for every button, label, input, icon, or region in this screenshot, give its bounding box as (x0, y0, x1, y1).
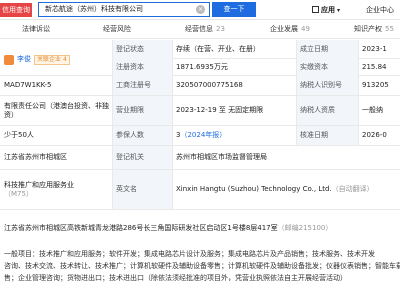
reg-status-value: 存续（在营、开业、在册） (176, 44, 260, 53)
chevron-down-icon: ▾ (337, 7, 341, 14)
industry-code: （M75） (4, 189, 33, 198)
tab-count: 49 (301, 25, 310, 33)
insured-value: 3 （2024年报） (172, 126, 296, 145)
approval-date-value: 2026-0 (362, 131, 387, 139)
scope-line: 咨询、技术交流、技术转让、技术推广；计算机软硬件及辅助设备零售；计算机软硬件及辅… (4, 262, 400, 270)
tab-label: 经营信息 (185, 25, 213, 33)
field-label: 工商注册号 (112, 76, 172, 95)
est-date-value: 2023-1 (362, 44, 387, 53)
tab-ip[interactable]: 知识产权 55 (354, 20, 394, 39)
en-name-text: Xinxin Hangtu (Suzhou) Technology Co., L… (176, 185, 332, 193)
field-label: 成立日期 (296, 40, 358, 58)
legal-rep-name[interactable]: 李俊 (17, 55, 31, 64)
field-label: 英文名 (112, 170, 172, 209)
reg-capital-value: 1871.6935万元 (176, 62, 228, 71)
field-label: 营业期限 (112, 96, 172, 125)
app-menu[interactable]: 应用 ▾ (312, 4, 340, 16)
avatar-icon (4, 54, 14, 65)
app-menu-label: 应用 (321, 6, 335, 14)
field-label: 参保人数 (112, 126, 172, 145)
credit-code-value: MAD7W1KK-5 (4, 81, 52, 89)
scope-line: 售；企业管理咨询；货物进出口；技术进出口（除依法须经批准的项目外，凭营业执照依法… (4, 274, 347, 282)
table-row: 有限责任公司（港澳台投资、非独资） 营业期限 2023-12-19 至 无固定期… (0, 96, 400, 126)
tab-risk[interactable]: 经营风险 (103, 20, 131, 39)
legal-rep-cell: 李俊 关联企业 4 (0, 40, 112, 75)
industry-cell: 科技推广和应用服务业 （M75） (0, 170, 112, 209)
table-row: 江苏省苏州市相城区 登记机关 苏州市相城区市场监督管理局 (0, 146, 400, 170)
tab-development[interactable]: 企业发展 49 (270, 20, 310, 39)
en-name-value: Xinxin Hangtu (Suzhou) Technology Co., L… (172, 170, 400, 209)
table-row: 科技推广和应用服务业 （M75） 英文名 Xinxin Hangtu (Suzh… (0, 170, 400, 210)
field-label: 纳税人识别号 (296, 76, 358, 95)
industry-value: 科技推广和应用服务业 (4, 180, 74, 189)
field-label: 注册资本 (112, 58, 172, 76)
business-scope: 一般项目：技术推广和应用服务；软件开发；集成电路芯片设计及服务；集成电路芯片及产… (0, 246, 400, 300)
tab-count: 23 (216, 25, 225, 33)
taxpayer-id-value: 913205 (362, 81, 389, 89)
field-label: 纳税人资质 (296, 96, 358, 125)
tab-count: 55 (385, 25, 394, 33)
taxpayer-qual-value: 一般纳 (362, 106, 383, 114)
tab-legal[interactable]: 法律诉讼 (22, 20, 50, 39)
address-cell: 江苏省苏州市相城区高铁新城青龙港路286号长三角国际研发社区启动区1号楼8层41… (0, 210, 400, 246)
reg-authority-value: 苏州市相城区市场监督管理局 (176, 153, 267, 161)
address-value: 江苏省苏州市相城区高铁新城青龙港路286号长三角国际研发社区启动区1号楼8层41… (4, 223, 278, 232)
biz-reg-no-value: 320507000775168 (176, 81, 243, 89)
table-row: 江苏省苏州市相城区高铁新城青龙港路286号长三角国际研发社区启动区1号楼8层41… (0, 210, 400, 246)
avatar: 李俊 关联企业 4 (4, 54, 70, 65)
tab-label: 知识产权 (354, 25, 382, 33)
grid-icon (312, 6, 319, 13)
postcode: （邮编215100） (277, 223, 333, 232)
staff-size-value: 少于50人 (4, 131, 34, 139)
table-row: 少于50人 参保人数 3 （2024年报） 核准日期 2026-0 (0, 126, 400, 146)
related-companies-link[interactable]: 关联企业 4 (34, 54, 70, 65)
region-value: 江苏省苏州市相城区 (4, 153, 67, 161)
tab-label: 法律诉讼 (22, 25, 50, 33)
biz-term-value: 2023-12-19 至 无固定期限 (176, 106, 264, 114)
site-logo[interactable]: 信用查询 (0, 3, 32, 17)
field-label: 登记状态 (112, 40, 172, 58)
tab-label: 经营风险 (103, 25, 131, 33)
scope-line: 一般项目：技术推广和应用服务；软件开发；集成电路芯片设计及服务；集成电路芯片及产… (4, 250, 375, 258)
top-bar: 信用查询 新芯航途（苏州）科技有限公司 × 查一下 应用 ▾ 企业中心 (0, 0, 400, 20)
paid-capital-value: 215.84 (362, 62, 387, 71)
search-input[interactable]: 新芯航途（苏州）科技有限公司 (38, 2, 210, 17)
clear-icon[interactable]: × (196, 5, 205, 14)
company-type-value: 有限责任公司（港澳台投资、非独资） (4, 101, 109, 119)
tab-label: 企业发展 (270, 25, 298, 33)
tab-business[interactable]: 经营信息 23 (185, 20, 225, 39)
tab-bar: 法律诉讼 经营风险 经营信息 23 企业发展 49 知识产权 55 (0, 20, 400, 39)
related-count: 4 (62, 55, 67, 63)
field-label: 核准日期 (296, 126, 358, 145)
related-link-label: 关联企业 (37, 55, 62, 63)
field-label: 登记机关 (112, 146, 172, 169)
search-button[interactable]: 查一下 (212, 2, 256, 17)
table-row: 李俊 关联企业 4 登记状态 存续（在营、开业、在册） 成立日期 2023-1 … (0, 40, 400, 76)
field-label: 实缴资本 (296, 58, 358, 76)
table-row: MAD7W1KK-5 工商注册号 320507000775168 纳税人识别号 … (0, 76, 400, 96)
auto-translate-note: （自动翻译） (331, 185, 374, 193)
annual-report-link[interactable]: （2024年报） (180, 131, 226, 140)
enterprise-center-link[interactable]: 企业中心 (366, 4, 394, 16)
